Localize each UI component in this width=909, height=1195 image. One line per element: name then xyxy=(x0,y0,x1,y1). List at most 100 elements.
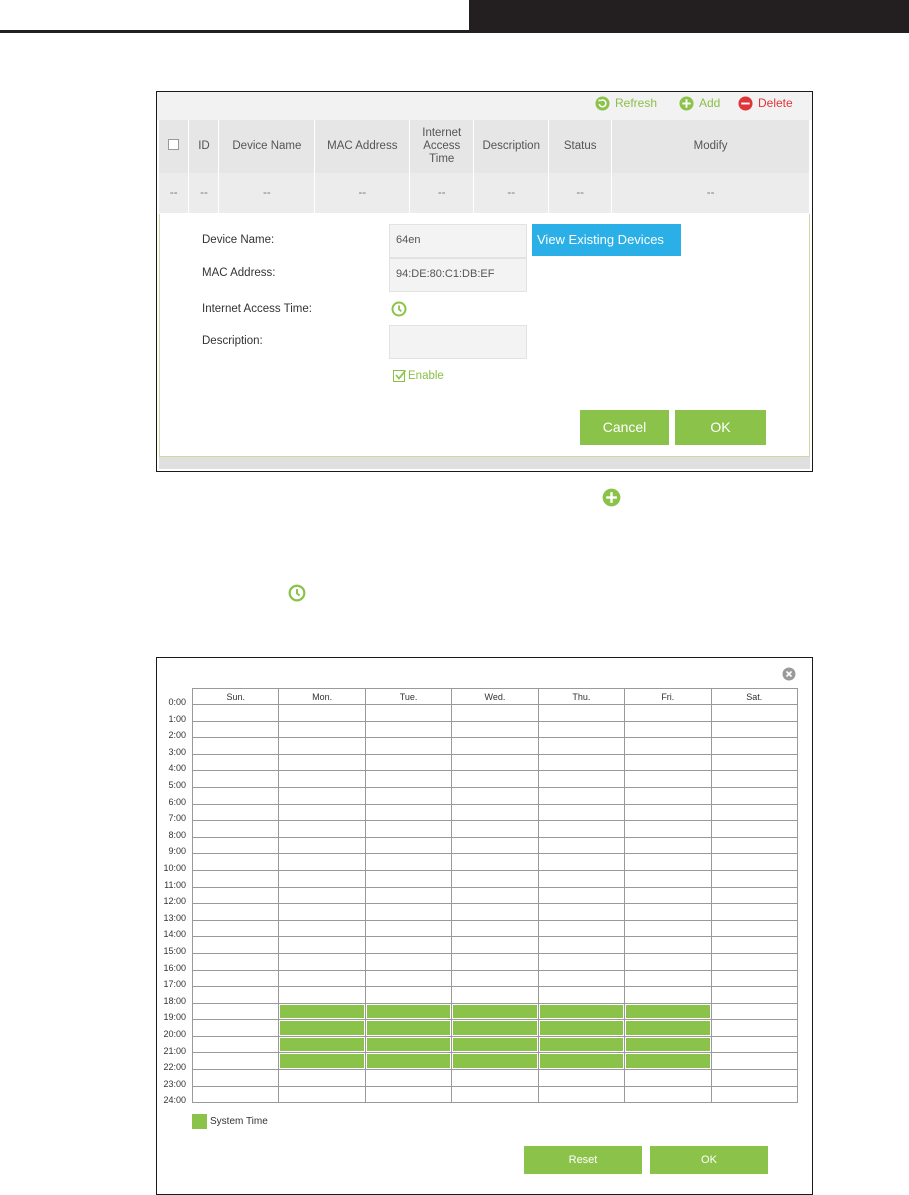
schedule-cell[interactable] xyxy=(451,969,539,988)
schedule-cell[interactable] xyxy=(624,952,712,971)
schedule-cell[interactable] xyxy=(624,770,712,788)
schedule-cell[interactable] xyxy=(191,869,280,888)
schedule-cell[interactable] xyxy=(451,1052,539,1071)
schedule-cell[interactable] xyxy=(278,853,366,871)
schedule-cell[interactable] xyxy=(191,1002,280,1021)
schedule-cell[interactable] xyxy=(537,969,626,988)
schedule-cell[interactable] xyxy=(364,803,453,822)
schedule-cell[interactable] xyxy=(451,803,539,822)
schedule-cell[interactable] xyxy=(364,853,453,871)
schedule-cell[interactable] xyxy=(451,770,539,788)
schedule-cell[interactable] xyxy=(624,869,712,888)
schedule-cell[interactable] xyxy=(537,886,626,905)
schedule-cell[interactable] xyxy=(191,936,280,954)
schedule-cell[interactable] xyxy=(191,720,280,739)
schedule-cell[interactable] xyxy=(278,936,366,954)
schedule-cell[interactable] xyxy=(537,919,626,938)
schedule-cell[interactable] xyxy=(191,1035,280,1054)
schedule-cell[interactable] xyxy=(451,936,539,954)
schedule-cell[interactable] xyxy=(278,886,366,905)
schedule-cell[interactable] xyxy=(278,786,366,805)
schedule-cell[interactable] xyxy=(364,1052,453,1071)
schedule-cell[interactable] xyxy=(191,903,280,921)
schedule-cell[interactable] xyxy=(451,1002,539,1021)
select-all-checkbox[interactable] xyxy=(168,139,180,150)
schedule-cell[interactable] xyxy=(278,704,366,722)
schedule-cell[interactable] xyxy=(624,853,712,871)
schedule-cell[interactable] xyxy=(278,903,366,921)
schedule-cell[interactable] xyxy=(710,969,799,988)
delete-button[interactable]: Delete xyxy=(738,95,793,111)
schedule-cell[interactable] xyxy=(710,919,799,938)
schedule-cell[interactable] xyxy=(710,853,799,871)
schedule-cell[interactable] xyxy=(624,919,712,938)
schedule-cell[interactable] xyxy=(364,720,453,739)
schedule-cell[interactable] xyxy=(451,853,539,871)
schedule-cell[interactable] xyxy=(710,1002,799,1021)
schedule-cell[interactable] xyxy=(710,770,799,788)
schedule-cell[interactable] xyxy=(191,770,280,788)
device-name-field[interactable]: 64en xyxy=(389,224,527,258)
schedule-cell[interactable] xyxy=(624,936,712,954)
schedule-cell[interactable] xyxy=(364,919,453,938)
schedule-cell[interactable] xyxy=(364,1002,453,1021)
schedule-cell[interactable] xyxy=(364,903,453,921)
schedule-cell[interactable] xyxy=(451,1069,539,1087)
schedule-cell[interactable] xyxy=(451,753,539,772)
enable-checkbox-row[interactable]: Enable xyxy=(393,369,444,382)
schedule-cell[interactable] xyxy=(278,836,366,855)
schedule-cell[interactable] xyxy=(364,704,453,722)
schedule-cell[interactable] xyxy=(451,836,539,855)
schedule-cell[interactable] xyxy=(364,1019,453,1037)
clock-icon[interactable] xyxy=(391,301,407,317)
schedule-cell[interactable] xyxy=(710,1052,799,1071)
schedule-cell[interactable] xyxy=(191,803,280,822)
schedule-cell[interactable] xyxy=(710,737,799,755)
schedule-cell[interactable] xyxy=(278,820,366,838)
schedule-cell[interactable] xyxy=(191,952,280,971)
schedule-cell[interactable] xyxy=(451,869,539,888)
schedule-cell[interactable] xyxy=(624,1002,712,1021)
schedule-cell[interactable] xyxy=(451,1085,539,1104)
schedule-cell[interactable] xyxy=(624,836,712,855)
schedule-cell[interactable] xyxy=(278,1002,366,1021)
schedule-cell[interactable] xyxy=(537,1085,626,1104)
schedule-cell[interactable] xyxy=(364,753,453,772)
schedule-cell[interactable] xyxy=(537,1019,626,1037)
schedule-cell[interactable] xyxy=(537,737,626,755)
schedule-cell[interactable] xyxy=(537,869,626,888)
schedule-cell[interactable] xyxy=(710,704,799,722)
schedule-cell[interactable] xyxy=(451,986,539,1004)
schedule-cell[interactable] xyxy=(191,704,280,722)
schedule-cell[interactable] xyxy=(624,1069,712,1087)
schedule-cell[interactable] xyxy=(624,737,712,755)
schedule-cell[interactable] xyxy=(364,1035,453,1054)
add-button[interactable]: Add xyxy=(679,95,720,111)
checkbox-icon[interactable] xyxy=(393,369,407,382)
schedule-cell[interactable] xyxy=(191,853,280,871)
schedule-cell[interactable] xyxy=(191,919,280,938)
schedule-cell[interactable] xyxy=(278,803,366,822)
schedule-cell[interactable] xyxy=(710,903,799,921)
schedule-cell[interactable] xyxy=(278,1085,366,1104)
schedule-cell[interactable] xyxy=(451,786,539,805)
schedule-cell[interactable] xyxy=(364,1069,453,1087)
schedule-cell[interactable] xyxy=(278,753,366,772)
schedule-cell[interactable] xyxy=(364,969,453,988)
schedule-cell[interactable] xyxy=(537,936,626,954)
description-field[interactable] xyxy=(389,325,527,359)
schedule-cell[interactable] xyxy=(710,803,799,822)
mac-address-field[interactable]: 94:DE:80:C1:DB:EF xyxy=(389,258,527,292)
schedule-cell[interactable] xyxy=(278,720,366,739)
schedule-cell[interactable] xyxy=(537,952,626,971)
schedule-cell[interactable] xyxy=(364,770,453,788)
schedule-cell[interactable] xyxy=(624,969,712,988)
schedule-cell[interactable] xyxy=(451,1035,539,1054)
schedule-cell[interactable] xyxy=(624,786,712,805)
schedule-cell[interactable] xyxy=(710,986,799,1004)
schedule-ok-button[interactable]: OK xyxy=(650,1146,768,1174)
schedule-cell[interactable] xyxy=(537,903,626,921)
schedule-cell[interactable] xyxy=(624,720,712,739)
schedule-cell[interactable] xyxy=(191,820,280,838)
schedule-cell[interactable] xyxy=(710,1085,799,1104)
